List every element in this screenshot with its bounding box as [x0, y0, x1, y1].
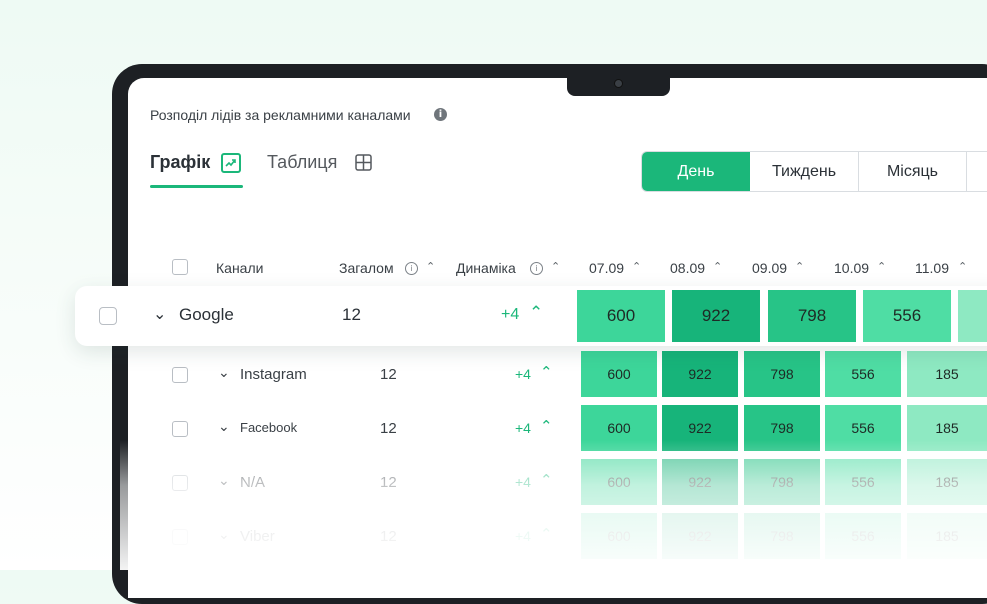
row-checkbox[interactable] — [172, 367, 188, 383]
header-date[interactable]: 07.09 — [589, 260, 624, 276]
sort-icon[interactable]: ⌃ — [958, 260, 967, 273]
heat-cell: 798 — [744, 405, 820, 451]
header-date[interactable]: 09.09 — [752, 260, 787, 276]
heat-cell — [958, 290, 987, 342]
heat-cell: 798 — [744, 351, 820, 397]
table-row-na[interactable]: ⌄ N/A 12 +4 ⌃ 600 922 798 556 185 — [0, 459, 987, 507]
heat-cell: 600 — [577, 290, 665, 342]
panel-title: Розподіл лідів за рекламними каналами — [150, 107, 411, 123]
row-channel-name: Google — [179, 305, 234, 324]
sort-icon[interactable]: ⌃ — [877, 260, 886, 273]
chevron-down-icon[interactable]: ⌄ — [153, 304, 166, 324]
row-total: 12 — [342, 305, 361, 324]
chevron-down-icon[interactable]: ⌄ — [218, 472, 230, 489]
row-checkbox[interactable] — [172, 421, 188, 437]
row-channel-name: Facebook — [240, 420, 298, 435]
row-total: 12 — [380, 474, 397, 491]
row-checkbox[interactable] — [172, 529, 188, 545]
heat-cell: 185 — [907, 351, 987, 397]
chevron-up-icon: ⌃ — [540, 364, 553, 381]
header-date[interactable]: 11.09 — [915, 260, 949, 276]
heat-cell: 798 — [744, 459, 820, 505]
heat-cell: 185 — [907, 513, 987, 559]
sort-icon[interactable]: ⌃ — [551, 260, 560, 273]
sort-icon[interactable]: ⌃ — [632, 260, 641, 273]
row-dynamics: +4 — [515, 474, 531, 490]
heat-cell: 600 — [581, 459, 657, 505]
heat-cell: 600 — [581, 405, 657, 451]
tab-graph[interactable]: Графік — [150, 152, 210, 173]
row-dynamics: +4 — [515, 420, 531, 436]
table-grid-icon — [355, 154, 372, 171]
heat-cell: 922 — [672, 290, 760, 342]
heat-cell: 185 — [907, 459, 987, 505]
period-switcher: День Тиждень Місяць — [641, 151, 987, 192]
camera-icon — [614, 79, 623, 88]
heat-cell: 556 — [825, 351, 901, 397]
heat-cell: 922 — [662, 351, 738, 397]
row-checkbox[interactable] — [172, 475, 188, 491]
heat-cell: 922 — [662, 513, 738, 559]
table-row-viber[interactable]: ⌄ Viber 12 +4 ⌃ 600 922 798 556 185 — [0, 513, 987, 561]
heat-cell: 556 — [825, 459, 901, 505]
row-channel-name: Instagram — [240, 366, 307, 383]
header-date[interactable]: 08.09 — [670, 260, 705, 276]
heat-cell: 556 — [825, 405, 901, 451]
row-channel-name: Viber — [240, 528, 275, 545]
info-icon[interactable]: i — [530, 262, 543, 275]
sort-icon[interactable]: ⌃ — [713, 260, 722, 273]
table-row-facebook[interactable]: ⌄ Facebook 12 +4 ⌃ 600 922 798 556 185 — [0, 405, 987, 453]
row-dynamics: +4 — [501, 306, 520, 323]
heat-cell: 556 — [825, 513, 901, 559]
heat-cell: 798 — [744, 513, 820, 559]
chevron-down-icon[interactable]: ⌄ — [218, 418, 230, 435]
camera-notch — [567, 78, 670, 96]
row-checkbox[interactable] — [99, 307, 117, 325]
chevron-up-icon: ⌃ — [529, 303, 544, 322]
info-icon[interactable]: i — [434, 108, 447, 121]
heat-cell: 600 — [581, 513, 657, 559]
period-day-button[interactable]: День — [642, 152, 750, 191]
sort-icon[interactable]: ⌃ — [795, 260, 804, 273]
heat-cell: 922 — [662, 459, 738, 505]
header-dynamics[interactable]: Динаміка — [456, 260, 516, 276]
sort-icon[interactable]: ⌃ — [426, 260, 435, 273]
row-dynamics: +4 — [515, 366, 531, 382]
header-total[interactable]: Загалом — [339, 260, 394, 276]
period-month-button[interactable]: Місяць — [859, 152, 967, 191]
tab-table[interactable]: Таблиця — [267, 152, 337, 173]
row-total: 12 — [380, 420, 397, 437]
row-total: 12 — [380, 366, 397, 383]
heat-cell: 600 — [581, 351, 657, 397]
table-row-google[interactable]: ⌄ Google 12 +4 ⌃ 600 922 798 556 — [75, 286, 987, 346]
header-channels: Канали — [216, 260, 264, 276]
chart-trend-icon — [221, 153, 241, 173]
chevron-down-icon[interactable]: ⌄ — [218, 526, 230, 543]
heat-cell: 556 — [863, 290, 951, 342]
chevron-down-icon[interactable]: ⌄ — [218, 364, 230, 381]
row-channel-name: N/A — [240, 474, 266, 491]
active-tab-indicator — [150, 185, 243, 188]
select-all-checkbox[interactable] — [172, 259, 188, 275]
chevron-up-icon: ⌃ — [540, 472, 553, 489]
heat-cell: 185 — [907, 405, 987, 451]
heat-cell: 922 — [662, 405, 738, 451]
row-total: 12 — [380, 528, 397, 545]
heat-cell: 798 — [768, 290, 856, 342]
info-icon[interactable]: i — [405, 262, 418, 275]
chevron-up-icon: ⌃ — [540, 418, 553, 435]
table-row-instagram[interactable]: ⌄ Instagram 12 +4 ⌃ 600 922 798 556 185 — [0, 351, 987, 399]
row-dynamics: +4 — [515, 528, 531, 544]
chevron-up-icon: ⌃ — [540, 526, 553, 543]
header-date[interactable]: 10.09 — [834, 260, 869, 276]
period-week-button[interactable]: Тиждень — [750, 152, 859, 191]
